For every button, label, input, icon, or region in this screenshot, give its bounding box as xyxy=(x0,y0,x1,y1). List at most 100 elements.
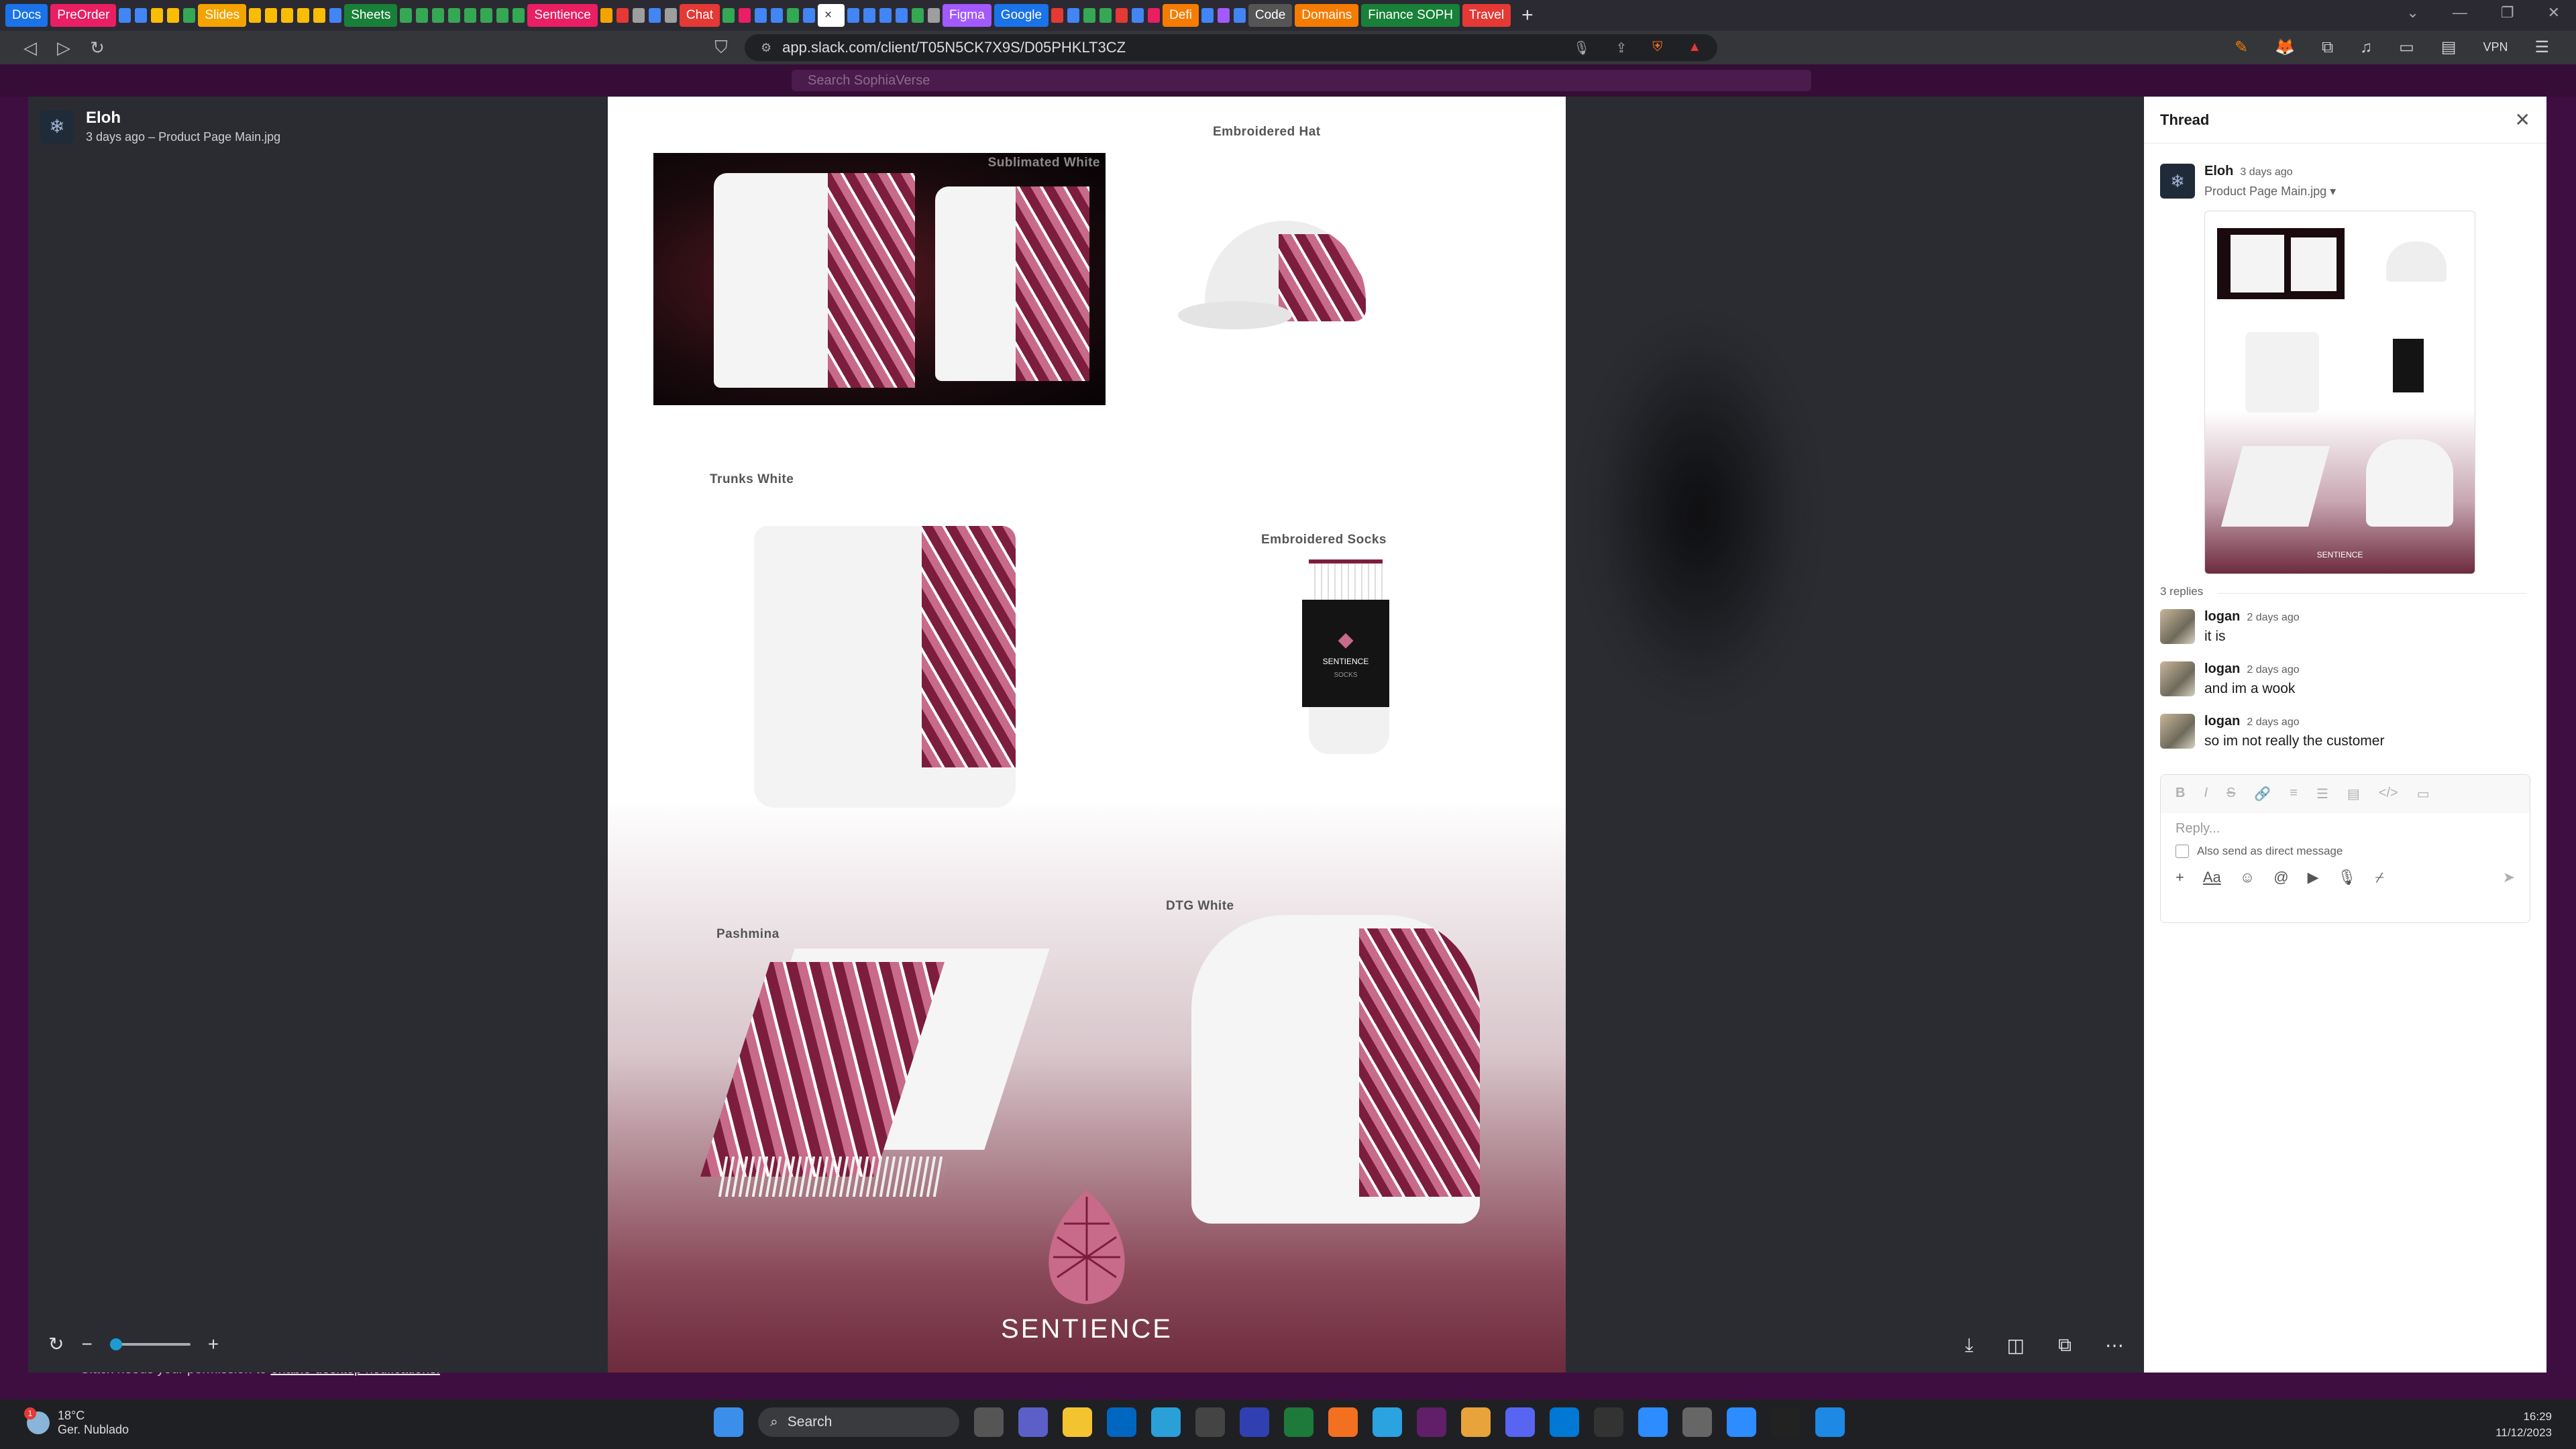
maximize-icon[interactable]: ❐ xyxy=(2501,4,2514,21)
message-time[interactable]: 2 days ago xyxy=(2247,612,2299,623)
address-bar[interactable]: ⚙ app.slack.com/client/T05N5CK7X9S/D05PH… xyxy=(745,34,1717,61)
plus-icon[interactable]: + xyxy=(2176,869,2184,886)
link-icon[interactable]: 🔗 xyxy=(2254,786,2271,802)
tab-finance-soph[interactable]: Finance SOPH xyxy=(1361,4,1460,27)
microphone-icon[interactable]: 🎙 xyxy=(2338,869,2357,886)
microphone-icon[interactable]: 🎙 xyxy=(1573,40,1590,56)
reload-icon[interactable]: ↻ xyxy=(80,38,114,58)
teams-icon[interactable] xyxy=(1018,1407,1048,1437)
blockquote-icon[interactable]: ▤ xyxy=(2347,786,2360,802)
start-icon[interactable] xyxy=(714,1407,743,1437)
code-icon[interactable]: </> xyxy=(2379,786,2398,802)
sidebar-icon[interactable]: ▭ xyxy=(2399,38,2414,57)
pinned-favicons[interactable] xyxy=(847,4,940,27)
zoom-slider[interactable] xyxy=(109,1338,191,1350)
edge-icon[interactable] xyxy=(1151,1407,1181,1437)
media-player-icon[interactable] xyxy=(1771,1407,1801,1437)
tab-preorder[interactable]: PreOrder xyxy=(50,4,117,27)
tab-sentience[interactable]: Sentience xyxy=(527,4,598,27)
pinned-favicons[interactable] xyxy=(722,4,815,27)
italic-icon[interactable]: I xyxy=(2204,786,2208,802)
discord-icon[interactable] xyxy=(1505,1407,1535,1437)
tab-slides[interactable]: Slides xyxy=(198,4,247,27)
download-icon[interactable]: ⤓ xyxy=(1965,1334,1973,1356)
zoom-icon[interactable] xyxy=(1727,1407,1756,1437)
music-icon[interactable]: ♫ xyxy=(2360,38,2372,57)
tab-travel[interactable]: Travel xyxy=(1462,4,1511,27)
message-author[interactable]: logan xyxy=(2204,609,2240,624)
bold-icon[interactable]: B xyxy=(2176,786,2185,802)
video-icon[interactable]: ▶ xyxy=(2308,869,2319,886)
pinned-favicons[interactable] xyxy=(249,4,342,27)
wallet-icon[interactable]: ▤ xyxy=(2441,38,2457,57)
code-block-icon[interactable]: ▭ xyxy=(2417,786,2430,802)
vscode-icon[interactable] xyxy=(1550,1407,1579,1437)
tab-figma[interactable]: Figma xyxy=(943,4,991,27)
avatar[interactable] xyxy=(2160,714,2195,749)
chevron-down-icon[interactable]: ⌄ xyxy=(2406,4,2418,21)
tab-docs[interactable]: Docs xyxy=(5,4,48,27)
author-avatar[interactable]: ❄ xyxy=(40,109,74,144)
mention-icon[interactable]: @ xyxy=(2273,869,2288,886)
shortcuts-icon[interactable]: ⌿ xyxy=(2375,869,2383,886)
new-tab-icon[interactable]: + xyxy=(1521,4,1534,27)
zoom-slider-thumb[interactable] xyxy=(109,1338,122,1350)
ordered-list-icon[interactable]: ≡ xyxy=(2290,786,2298,802)
pinned-favicons[interactable] xyxy=(119,4,196,27)
zoom-in-icon[interactable]: + xyxy=(208,1334,219,1355)
tab-chat[interactable]: Chat xyxy=(679,4,720,27)
message-time[interactable]: 2 days ago xyxy=(2247,664,2299,676)
tab-google[interactable]: Google xyxy=(994,4,1049,27)
app-icon[interactable] xyxy=(1815,1407,1845,1437)
back-icon[interactable]: ◁ xyxy=(13,38,47,58)
message-time[interactable]: 2 days ago xyxy=(2247,716,2299,728)
system-clock[interactable]: 16:29 11/12/2023 xyxy=(2496,1409,2552,1441)
open-in-window-icon[interactable]: ⧉ xyxy=(2058,1334,2072,1356)
viewer-author[interactable]: Eloh xyxy=(86,109,280,127)
terminal-icon[interactable] xyxy=(1594,1407,1623,1437)
taskbar-search[interactable]: ⌕ Search xyxy=(758,1407,959,1437)
tab-domains[interactable]: Domains xyxy=(1295,4,1359,27)
forward-icon[interactable]: ▷ xyxy=(47,38,80,58)
tab-slack-active[interactable]: × xyxy=(818,4,845,27)
message-author[interactable]: logan xyxy=(2204,661,2240,676)
pinned-favicons[interactable] xyxy=(1201,4,1246,27)
message-author[interactable]: Eloh xyxy=(2204,164,2233,178)
task-view-icon[interactable] xyxy=(974,1407,1004,1437)
rotate-icon[interactable]: ↻ xyxy=(48,1333,64,1355)
file-explorer-icon[interactable] xyxy=(1063,1407,1092,1437)
avatar[interactable] xyxy=(2160,609,2195,644)
checkbox-icon[interactable] xyxy=(2176,845,2189,858)
pinned-favicons[interactable] xyxy=(600,4,677,27)
weather-widget[interactable]: 1 18°C Ger. Nublado xyxy=(24,1407,129,1437)
brave-icon[interactable] xyxy=(1328,1407,1358,1437)
extensions-icon[interactable]: ⧉ xyxy=(2322,38,2333,57)
calculator-icon[interactable] xyxy=(1682,1407,1712,1437)
toggle-panel-icon[interactable]: ◫ xyxy=(2007,1334,2025,1356)
avatar[interactable] xyxy=(2160,661,2195,696)
file-name[interactable]: Product Page Main.jpg ▾ xyxy=(2204,184,2336,199)
also-send-checkbox[interactable]: Also send as direct message xyxy=(2161,845,2530,858)
store-icon[interactable] xyxy=(1107,1407,1136,1437)
message-author[interactable]: logan xyxy=(2204,714,2240,729)
telegram-icon[interactable] xyxy=(1373,1407,1402,1437)
excel-icon[interactable] xyxy=(1284,1407,1313,1437)
strikethrough-icon[interactable]: S xyxy=(2226,786,2235,802)
slack-icon[interactable] xyxy=(1417,1407,1446,1437)
metamask-icon[interactable]: 🦊 xyxy=(2275,38,2295,57)
image-thumbnail[interactable]: SENTIENCE xyxy=(2204,211,2475,574)
brave-shield-icon[interactable]: ⛨ xyxy=(1652,40,1662,56)
menu-icon[interactable]: ☰ xyxy=(2534,38,2549,57)
pen-icon[interactable]: ✎ xyxy=(2235,38,2248,57)
reply-input[interactable]: Reply... xyxy=(2161,813,2530,845)
app-icon[interactable] xyxy=(1240,1407,1269,1437)
close-icon[interactable]: ✕ xyxy=(2515,109,2530,131)
tab-sheets[interactable]: Sheets xyxy=(344,4,398,27)
bulleted-list-icon[interactable]: ☰ xyxy=(2316,786,2328,802)
zoom-out-icon[interactable]: − xyxy=(81,1334,92,1355)
share-icon[interactable]: ⇪ xyxy=(1615,40,1627,56)
pinned-favicons[interactable] xyxy=(400,4,525,27)
pinned-favicons[interactable] xyxy=(1051,4,1161,27)
text-format-icon[interactable]: Aa xyxy=(2203,869,2221,886)
brave-rewards-icon[interactable]: ▲ xyxy=(1688,40,1701,56)
